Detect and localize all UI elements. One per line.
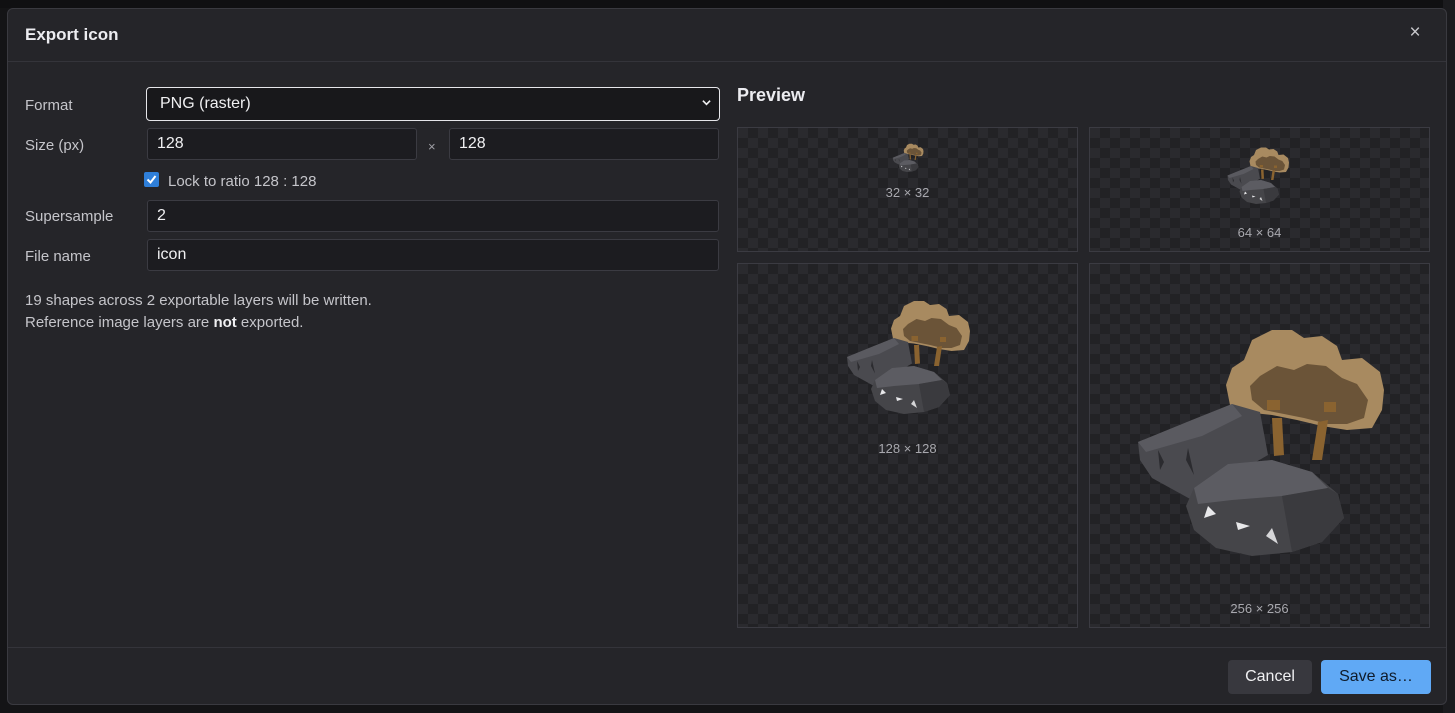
filename-value: icon xyxy=(157,246,187,263)
export-form: Format PNG (raster) Size (px) 128 × 128 … xyxy=(8,62,728,647)
close-icon[interactable]: × xyxy=(1406,23,1424,42)
icon-preview-image xyxy=(1138,330,1384,556)
save-as-button[interactable]: Save as… xyxy=(1321,660,1431,694)
preview-title: Preview xyxy=(737,85,806,105)
preview-64-caption: 64 × 64 xyxy=(1237,225,1282,240)
filename-input[interactable]: icon xyxy=(147,239,719,271)
export-dialog: Export icon × Format PNG (raster) Size (… xyxy=(7,8,1447,705)
export-info: 19 shapes across 2 exportable layers wil… xyxy=(25,290,372,334)
times-symbol: × xyxy=(428,139,436,154)
dialog-title: Export icon xyxy=(25,25,119,44)
icon-preview-image xyxy=(847,301,970,414)
supersample-label: Supersample xyxy=(25,208,114,225)
preview-256: 256 × 256 xyxy=(1089,263,1430,628)
info-emphasis: not xyxy=(213,314,237,331)
preview-32-caption: 32 × 32 xyxy=(885,185,930,200)
checkmark-icon xyxy=(146,175,157,185)
width-input[interactable]: 128 xyxy=(147,128,417,160)
icon-preview-image xyxy=(892,143,924,172)
size-label: Size (px) xyxy=(25,137,85,154)
preview-256-caption: 256 × 256 xyxy=(1230,601,1289,616)
preview-128-caption: 128 × 128 xyxy=(878,441,937,456)
icon-preview-image xyxy=(1227,147,1289,204)
filename-label: File name xyxy=(25,248,91,265)
dialog-header: Export icon × xyxy=(8,9,1446,62)
supersample-input[interactable]: 2 xyxy=(147,200,719,232)
width-value: 128 xyxy=(157,135,184,152)
chevron-down-icon xyxy=(702,100,711,106)
format-label: Format xyxy=(25,97,73,114)
lock-ratio-checkbox[interactable] xyxy=(144,172,159,187)
preview-128: 128 × 128 xyxy=(737,263,1078,628)
info-line-2: Reference image layers are not exported. xyxy=(25,314,304,331)
lock-ratio-label: Lock to ratio 128 : 128 xyxy=(168,173,317,190)
preview-32: 32 × 32 xyxy=(737,127,1078,252)
cancel-button[interactable]: Cancel xyxy=(1228,660,1312,694)
format-select[interactable]: PNG (raster) xyxy=(146,87,720,121)
info-line-1: 19 shapes across 2 exportable layers wil… xyxy=(25,292,372,309)
height-value: 128 xyxy=(459,135,486,152)
height-input[interactable]: 128 xyxy=(449,128,719,160)
supersample-value: 2 xyxy=(157,207,166,224)
format-value: PNG (raster) xyxy=(160,95,251,112)
preview-64: 64 × 64 xyxy=(1089,127,1430,252)
dialog-footer: Cancel Save as… xyxy=(8,647,1446,704)
